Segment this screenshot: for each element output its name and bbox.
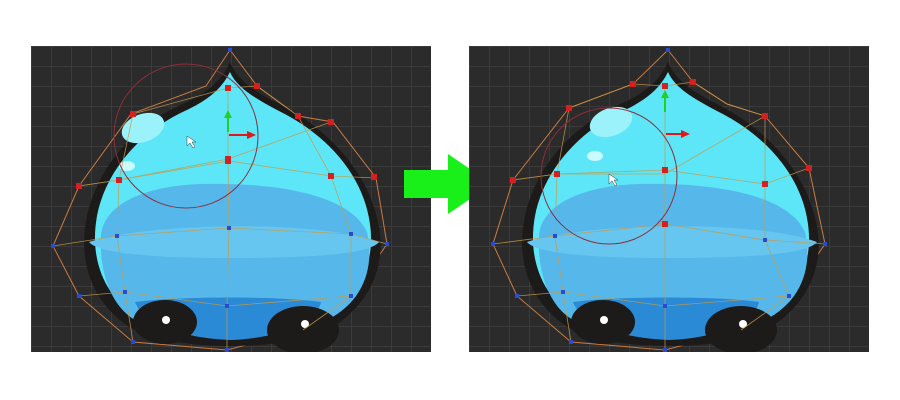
mesh-vertex-selected[interactable] bbox=[328, 119, 334, 125]
mesh-editor-viewport-before[interactable] bbox=[31, 46, 431, 352]
mesh-vertex-unselected[interactable] bbox=[823, 242, 827, 246]
mesh-vertex-selected[interactable] bbox=[630, 81, 636, 87]
mesh-vertex-selected[interactable] bbox=[762, 181, 768, 187]
mesh-vertex-unselected[interactable] bbox=[131, 340, 135, 344]
mesh-vertex-unselected[interactable] bbox=[515, 294, 519, 298]
mesh-vertex-selected[interactable] bbox=[662, 167, 668, 173]
mesh-vertex-unselected[interactable] bbox=[51, 244, 55, 248]
mesh-vertex-unselected[interactable] bbox=[225, 348, 229, 352]
mesh-vertex-unselected[interactable] bbox=[349, 232, 353, 236]
slime-sprite bbox=[84, 62, 381, 352]
mesh-vertex-selected[interactable] bbox=[762, 113, 768, 119]
mesh-vertex-unselected[interactable] bbox=[569, 340, 573, 344]
mesh-editor-viewport-after[interactable] bbox=[469, 46, 869, 352]
mesh-vertex-unselected[interactable] bbox=[763, 238, 767, 242]
mesh-vertex-unselected[interactable] bbox=[123, 290, 127, 294]
mesh-vertex-selected[interactable] bbox=[116, 177, 122, 183]
mesh-vertex-unselected[interactable] bbox=[228, 48, 232, 52]
mesh-vertex-unselected[interactable] bbox=[666, 48, 670, 52]
mesh-vertex-unselected[interactable] bbox=[663, 348, 667, 352]
mesh-vertex-unselected[interactable] bbox=[491, 242, 495, 246]
mesh-vertex-selected[interactable] bbox=[130, 111, 136, 117]
mesh-vertex-selected[interactable] bbox=[295, 113, 301, 119]
mesh-vertex-unselected[interactable] bbox=[349, 294, 353, 298]
mesh-vertex-selected[interactable] bbox=[554, 171, 560, 177]
mesh-vertex-unselected[interactable] bbox=[561, 290, 565, 294]
mesh-vertex-selected[interactable] bbox=[566, 105, 572, 111]
mesh-vertex-unselected[interactable] bbox=[663, 304, 667, 308]
mesh-vertex-unselected[interactable] bbox=[225, 304, 229, 308]
mesh-vertex-unselected[interactable] bbox=[553, 234, 557, 238]
mesh-vertex-selected[interactable] bbox=[662, 221, 668, 227]
mesh-vertex-unselected[interactable] bbox=[227, 226, 231, 230]
mesh-vertex-selected[interactable] bbox=[806, 165, 812, 171]
mesh-editor-canvas-before[interactable] bbox=[31, 46, 431, 352]
mesh-vertex-selected[interactable] bbox=[690, 79, 696, 85]
mesh-vertex-unselected[interactable] bbox=[115, 234, 119, 238]
mesh-vertex-selected[interactable] bbox=[225, 85, 231, 91]
mesh-vertex-selected[interactable] bbox=[254, 83, 260, 89]
mesh-vertex-selected[interactable] bbox=[328, 173, 334, 179]
mesh-vertex-selected[interactable] bbox=[225, 158, 231, 164]
mesh-vertex-selected[interactable] bbox=[76, 183, 82, 189]
mesh-vertex-unselected[interactable] bbox=[385, 242, 389, 246]
mesh-vertex-selected[interactable] bbox=[371, 174, 377, 180]
mesh-vertex-unselected[interactable] bbox=[77, 294, 81, 298]
mesh-vertex-selected[interactable] bbox=[662, 83, 668, 89]
mesh-vertex-selected[interactable] bbox=[510, 177, 516, 183]
mesh-vertex-unselected[interactable] bbox=[787, 294, 791, 298]
mesh-editor-canvas-after[interactable] bbox=[469, 46, 869, 352]
